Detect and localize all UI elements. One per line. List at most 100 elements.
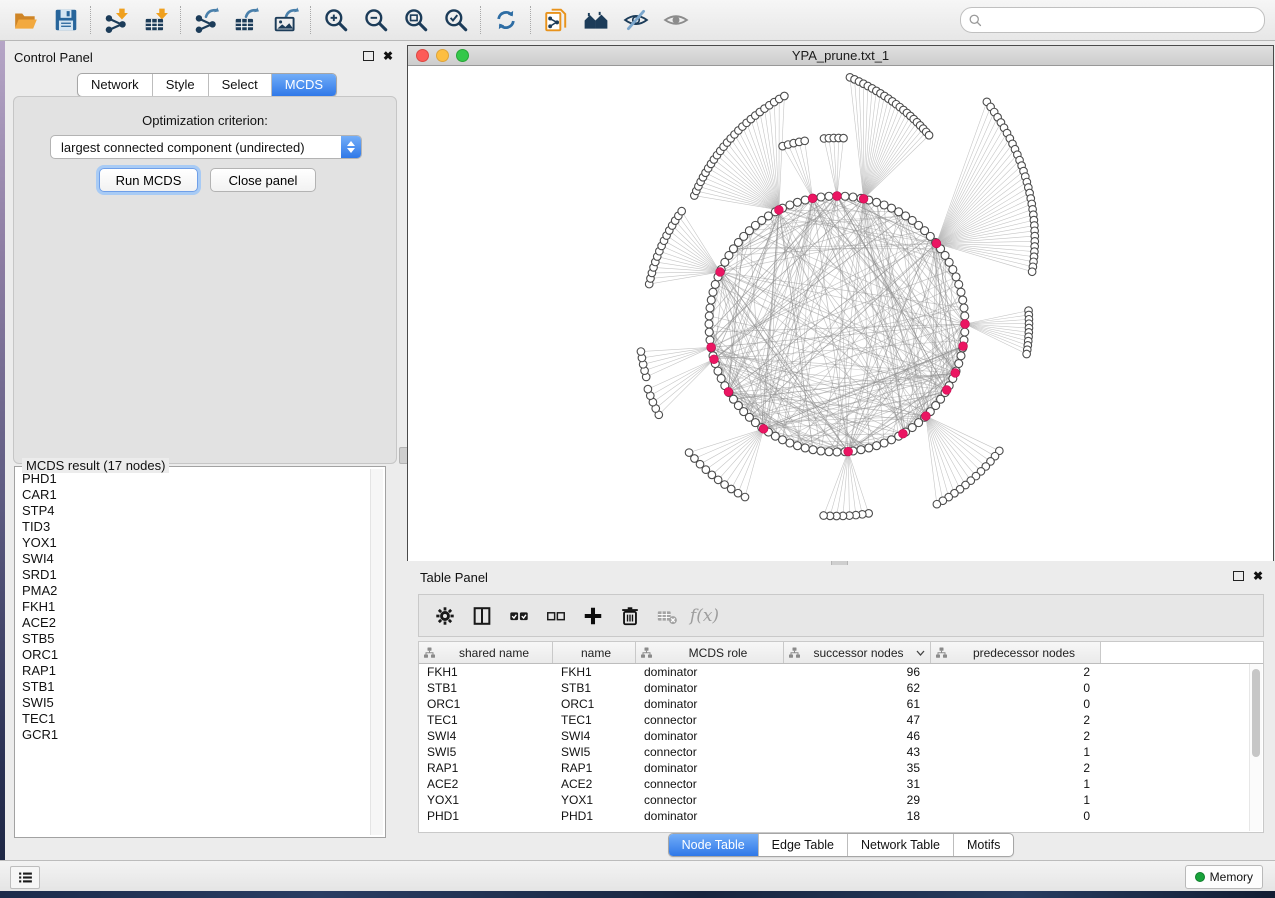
tab-motifs[interactable]: Motifs [954, 834, 1013, 856]
mcds-panel: Optimization criterion: largest connecte… [13, 96, 397, 464]
tab-mcds[interactable]: MCDS [272, 74, 336, 96]
toolbar-separator [180, 6, 182, 34]
import-table-icon [143, 7, 169, 33]
cell-successor-nodes: 31 [784, 777, 931, 791]
export-table-button[interactable] [226, 3, 266, 37]
table-row[interactable]: ORC1ORC1dominator610 [419, 696, 1263, 712]
export-image-button[interactable] [266, 3, 306, 37]
column-header-predecessor-nodes[interactable]: predecessor nodes [931, 642, 1101, 663]
close-panel-button[interactable]: Close panel [210, 168, 316, 192]
network-title: YPA_prune.txt_1 [408, 48, 1273, 63]
mcds-result-item[interactable]: ACE2 [17, 615, 369, 631]
table-row[interactable]: SWI5SWI5connector431 [419, 744, 1263, 760]
zoom-in-button[interactable] [316, 3, 356, 37]
cell-shared-name: SWI4 [419, 729, 553, 743]
eye-icon [663, 7, 689, 33]
delete-table-button [651, 600, 682, 631]
tree-icon [788, 646, 801, 659]
open-file-button[interactable] [6, 3, 46, 37]
zoom-selected-button[interactable] [436, 3, 476, 37]
network-home-button[interactable] [576, 3, 616, 37]
select-all-button[interactable] [503, 600, 534, 631]
table-row[interactable]: ACE2ACE2connector311 [419, 776, 1263, 792]
mcds-result-item[interactable]: TEC1 [17, 711, 369, 727]
table-row[interactable]: SWI4SWI4dominator462 [419, 728, 1263, 744]
close-table-panel-icon[interactable]: ✖ [1253, 571, 1263, 581]
table-scrollbar[interactable] [1249, 664, 1262, 831]
zoom-fit-button[interactable] [396, 3, 436, 37]
table-panel: Table Panel ✖ f(x) shared namenameMCDS r… [407, 565, 1275, 860]
network-titlebar[interactable]: YPA_prune.txt_1 [408, 46, 1273, 66]
memory-button[interactable]: Memory [1185, 865, 1263, 889]
add-column-button[interactable] [577, 600, 608, 631]
import-table-button[interactable] [136, 3, 176, 37]
export-network-button[interactable] [186, 3, 226, 37]
deselect-all-button[interactable] [540, 600, 571, 631]
mcds-result-item[interactable]: STP4 [17, 503, 369, 519]
zoom-out-button[interactable] [356, 3, 396, 37]
delete-column-button[interactable] [614, 600, 645, 631]
table-row[interactable]: TEC1TEC1connector472 [419, 712, 1263, 728]
run-mcds-button[interactable]: Run MCDS [99, 168, 198, 192]
clone-network-icon [543, 7, 569, 33]
close-panel-icon[interactable]: ✖ [383, 51, 393, 61]
mcds-result-item[interactable]: RAP1 [17, 663, 369, 679]
column-header-shared-name[interactable]: shared name [419, 642, 553, 663]
optimization-criterion-dropdown[interactable]: largest connected component (undirected) [50, 135, 362, 159]
show-panels-button[interactable] [656, 3, 696, 37]
column-header-successor-nodes[interactable]: successor nodes [784, 642, 931, 663]
search-icon [968, 13, 983, 28]
tab-network-table[interactable]: Network Table [848, 834, 954, 856]
search-box[interactable] [960, 7, 1265, 33]
table-row[interactable]: RAP1RAP1dominator352 [419, 760, 1263, 776]
mcds-result-item[interactable]: CAR1 [17, 487, 369, 503]
list-icon [17, 869, 34, 886]
dropdown-stepper-icon [341, 136, 361, 158]
mcds-result-item[interactable]: SWI4 [17, 551, 369, 567]
tab-network[interactable]: Network [78, 74, 153, 96]
mcds-result-item[interactable]: PHD1 [17, 471, 369, 487]
cell-mcds-role: dominator [636, 681, 784, 695]
table-scrollbar-thumb[interactable] [1252, 669, 1260, 757]
mcds-result-list[interactable]: PHD1CAR1STP4TID3YOX1SWI4SRD1PMA2FKH1ACE2… [17, 471, 369, 835]
cell-name: FKH1 [553, 665, 636, 679]
column-label: name [557, 646, 635, 660]
show-columns-button[interactable] [466, 600, 497, 631]
cell-mcds-role: connector [636, 777, 784, 791]
tab-edge-table[interactable]: Edge Table [759, 834, 848, 856]
table-row[interactable]: YOX1YOX1connector291 [419, 792, 1263, 808]
mcds-result-item[interactable]: STB5 [17, 631, 369, 647]
save-session-button[interactable] [46, 3, 86, 37]
tab-select[interactable]: Select [209, 74, 272, 96]
toolbar-separator [90, 6, 92, 34]
search-input[interactable] [983, 12, 1264, 28]
task-history-button[interactable] [10, 866, 40, 889]
mcds-result-item[interactable]: GCR1 [17, 727, 369, 743]
tab-node-table[interactable]: Node Table [669, 834, 759, 856]
mcds-result-item[interactable]: TID3 [17, 519, 369, 535]
mcds-result-item[interactable]: PMA2 [17, 583, 369, 599]
table-row[interactable]: PHD1PHD1dominator180 [419, 808, 1263, 824]
mcds-result-item[interactable]: ORC1 [17, 647, 369, 663]
fx-icon: f(x) [688, 606, 719, 626]
mcds-result-item[interactable]: STB1 [17, 679, 369, 695]
mcds-result-item[interactable]: FKH1 [17, 599, 369, 615]
mcds-list-scrollbar[interactable] [370, 469, 383, 835]
network-canvas-svg[interactable] [408, 66, 1273, 561]
cell-name: RAP1 [553, 761, 636, 775]
mcds-result-item[interactable]: YOX1 [17, 535, 369, 551]
mcds-result-item[interactable]: SRD1 [17, 567, 369, 583]
float-table-panel-icon[interactable] [1233, 571, 1244, 581]
table-row[interactable]: STB1STB1dominator620 [419, 680, 1263, 696]
table-settings-button[interactable] [429, 600, 460, 631]
table-row[interactable]: FKH1FKH1dominator962 [419, 664, 1263, 680]
column-header-name[interactable]: name [553, 642, 636, 663]
clone-network-button[interactable] [536, 3, 576, 37]
mcds-result-item[interactable]: SWI5 [17, 695, 369, 711]
refresh-button[interactable] [486, 3, 526, 37]
hide-panels-button[interactable] [616, 3, 656, 37]
tab-style[interactable]: Style [153, 74, 209, 96]
column-header-MCDS-role[interactable]: MCDS role [636, 642, 784, 663]
float-panel-icon[interactable] [363, 51, 374, 61]
import-network-button[interactable] [96, 3, 136, 37]
